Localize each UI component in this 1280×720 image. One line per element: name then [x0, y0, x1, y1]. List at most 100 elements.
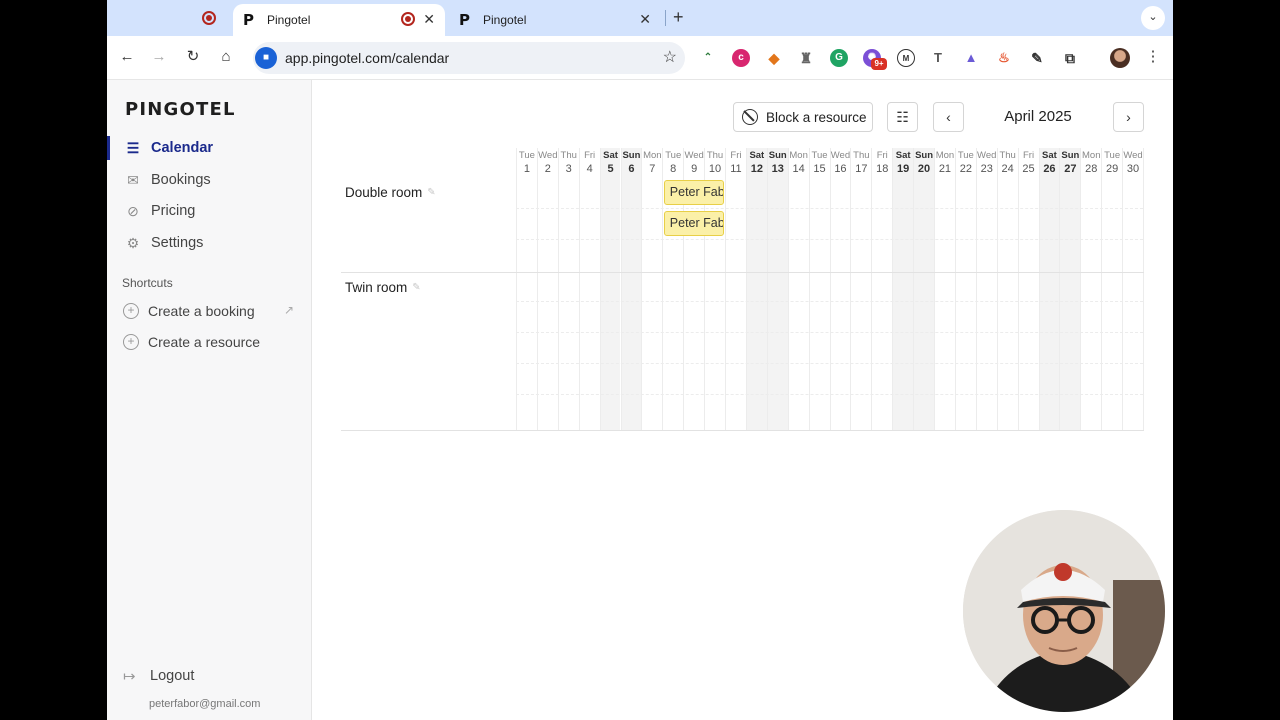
tag-icon: ⊘	[127, 203, 139, 219]
tab-strip: P Pingotel ✕ P Pingotel ✕ + ⌄	[107, 0, 1173, 36]
day-header: Tue 1	[517, 150, 537, 175]
booking-block[interactable]: Peter Fab	[663, 211, 725, 236]
external-link-icon[interactable]: ↗	[284, 303, 294, 317]
day-column-5[interactable]: Sat 5	[599, 148, 621, 430]
weekday-label: Sat	[895, 150, 911, 161]
day-number: 30	[1126, 163, 1140, 175]
weekday-label: Mon	[1082, 150, 1101, 161]
day-column-25[interactable]: Fri 25	[1017, 148, 1039, 430]
close-tab-icon[interactable]: ✕	[423, 11, 435, 28]
presenter-video-image	[963, 510, 1165, 712]
day-column-20[interactable]: Sun 20	[913, 148, 934, 430]
grammarly-icon[interactable]: G	[830, 49, 848, 67]
calendar-grid: Tue 1 Wed 2 Thu 3 Fri 4 Sat 5 Sun 6 Mon 7 Tue 8 Wed 9 Thu 1…	[341, 148, 1144, 431]
shortcut-label: Create a booking	[148, 303, 255, 319]
day-column-1[interactable]: Tue 1	[516, 148, 537, 430]
day-column-21[interactable]: Mon 21	[934, 148, 955, 430]
tab-pingotel-active[interactable]: P Pingotel ✕	[233, 4, 445, 36]
previous-month-button[interactable]: ‹	[933, 102, 964, 132]
home-icon[interactable]: ⌂	[215, 46, 237, 68]
profile-avatar[interactable]	[1110, 48, 1130, 68]
close-tab-icon[interactable]: ✕	[639, 11, 651, 28]
tab-title: Pingotel	[267, 13, 311, 27]
day-column-12[interactable]: Sat 12	[745, 148, 767, 430]
next-month-button[interactable]: ›	[1113, 102, 1144, 132]
shortcut-label: Create a resource	[148, 334, 261, 350]
extension-icon[interactable]: M	[897, 49, 915, 67]
extension-icon[interactable]: ⌃	[699, 49, 717, 67]
notification-badge: 9+	[871, 58, 887, 70]
day-column-30[interactable]: Wed 30	[1122, 148, 1143, 430]
edit-resource-icon[interactable]: ✎	[427, 187, 435, 198]
address-bar[interactable]: ■ app.pingotel.com/calendar ☆	[253, 42, 685, 74]
metamask-fox-icon[interactable]: ◆	[765, 49, 783, 67]
shortcuts-heading: Shortcuts	[122, 276, 173, 290]
resource-row-label[interactable]: Twin room ✎	[345, 280, 421, 295]
lane-divider	[516, 301, 1143, 302]
day-column-14[interactable]: Mon 14	[787, 148, 809, 430]
day-column-28[interactable]: Mon 28	[1080, 148, 1101, 430]
day-column-24[interactable]: Thu 24	[996, 148, 1018, 430]
day-column-6[interactable]: Sun 6	[620, 148, 642, 430]
reload-icon[interactable]: ↻	[182, 46, 204, 68]
weekday-label: Sun	[1061, 150, 1080, 161]
logout-button[interactable]: ↦ Logout	[107, 664, 312, 688]
day-column-29[interactable]: Tue 29	[1101, 148, 1122, 430]
day-column-26[interactable]: Sat 26	[1038, 148, 1060, 430]
sidebar-item-calendar[interactable]: ☰ Calendar	[107, 135, 312, 161]
day-column-18[interactable]: Fri 18	[871, 148, 892, 430]
day-header: Wed 2	[538, 150, 558, 175]
browser-menu-icon[interactable]: ⋮	[1142, 46, 1164, 68]
day-column-11[interactable]: Fri 11	[725, 148, 746, 430]
day-column-13[interactable]: Sun 13	[766, 148, 788, 430]
new-tab-icon[interactable]: +	[673, 7, 684, 28]
tab-search-chevron-icon[interactable]: ⌄	[1141, 6, 1165, 30]
extension-icon[interactable]: ♜	[797, 49, 815, 67]
booking-block[interactable]: Peter Fab	[663, 180, 725, 205]
day-number: 20	[917, 163, 931, 175]
resource-name: Twin room	[345, 280, 408, 295]
weekday-label: Fri	[584, 150, 596, 161]
weekday-label: Tue	[1104, 150, 1121, 161]
extension-icon[interactable]: c	[732, 49, 750, 67]
bookmark-star-icon[interactable]: ☆	[663, 47, 677, 67]
day-number: 4	[586, 163, 593, 175]
back-arrow-icon[interactable]: ←	[116, 46, 138, 68]
weekday-label: Wed	[684, 150, 704, 161]
day-number: 8	[670, 163, 677, 175]
shortcut-create-resource[interactable]: + Create a resource	[107, 330, 312, 354]
day-column-4[interactable]: Fri 4	[578, 148, 600, 430]
sidebar-item-bookings[interactable]: ✉ Bookings	[107, 167, 312, 193]
day-column-19[interactable]: Sat 19	[892, 148, 914, 430]
day-column-22[interactable]: Tue 22	[954, 148, 976, 430]
eyedropper-icon[interactable]: ✎	[1028, 49, 1046, 67]
day-header: Mon 7	[642, 150, 662, 175]
extensions-puzzle-icon[interactable]: ⧉	[1061, 49, 1079, 67]
day-column-27[interactable]: Sun 27	[1059, 148, 1081, 430]
weekday-label: Tue	[811, 150, 828, 161]
shortcut-create-booking[interactable]: + Create a booking ↗	[107, 299, 312, 323]
site-info-icon[interactable]: ■	[255, 47, 277, 69]
day-column-7[interactable]: Mon 7	[641, 148, 662, 430]
plus-circle-icon: +	[123, 303, 139, 319]
day-column-17[interactable]: Thu 17	[850, 148, 871, 430]
sidebar-item-pricing[interactable]: ⊘ Pricing	[107, 198, 312, 224]
filter-settings-button[interactable]: ☷	[887, 102, 918, 132]
day-header: Wed 9	[684, 150, 704, 175]
day-column-16[interactable]: Wed 16	[829, 148, 851, 430]
day-column-15[interactable]: Tue 15	[808, 148, 830, 430]
day-column-2[interactable]: Wed 2	[536, 148, 558, 430]
resource-row-label[interactable]: Double room ✎	[345, 185, 436, 200]
edit-resource-icon[interactable]: ✎	[412, 282, 420, 293]
extension-icon[interactable]: ▲	[962, 49, 980, 67]
forward-arrow-icon[interactable]: →	[148, 46, 170, 68]
day-column-23[interactable]: Wed 23	[975, 148, 997, 430]
day-number: 1	[523, 163, 530, 175]
tab-pingotel[interactable]: P Pingotel ✕	[449, 4, 661, 36]
day-column-3[interactable]: Thu 3	[557, 148, 579, 430]
flame-extension-icon[interactable]: ♨	[995, 49, 1013, 67]
sidebar-item-settings[interactable]: ⚙ Settings	[107, 230, 312, 256]
block-resource-button[interactable]: Block a resource	[733, 102, 873, 132]
app-logo[interactable]: PINGOTEL	[125, 99, 236, 120]
extension-icon[interactable]: T	[929, 49, 947, 67]
